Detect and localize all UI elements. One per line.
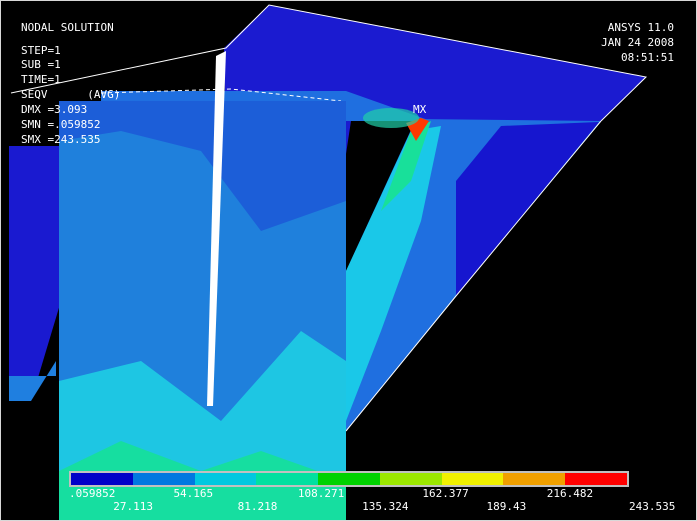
legend-bottom-label: 27.113	[113, 500, 153, 513]
result-quantity-label: SEQV (AVG)	[21, 88, 121, 101]
legend-color-segment	[71, 473, 133, 485]
legend-bottom-label: 81.218	[237, 500, 278, 513]
contour-legend-bar	[69, 471, 629, 487]
left-plate	[9, 146, 61, 401]
legend-top-label: 162.377	[422, 487, 469, 500]
legend-color-segment	[132, 473, 195, 485]
plot-title: NODAL SOLUTION	[21, 21, 114, 34]
legend-top-label: 216.482	[546, 487, 594, 500]
product-version: ANSYS 11.0	[607, 21, 674, 34]
smn-label: SMN =.059852	[21, 118, 101, 131]
legend-top-label: 54.165	[173, 487, 214, 500]
fem-model-plot[interactable]	[1, 1, 697, 521]
legend-color-segment	[441, 473, 504, 485]
legend-color-segment	[565, 473, 628, 485]
plot-date: JAN 24 2008	[601, 36, 674, 49]
dmx-label: DMX =3.093	[21, 103, 88, 116]
plot-time: 08:51:51	[621, 51, 674, 64]
legend-top-label: .059852	[69, 487, 116, 500]
legend-color-segment	[379, 473, 442, 485]
legend-bottom-label: 189.43	[486, 500, 527, 513]
ansys-graphics-viewport[interactable]: NODAL SOLUTION STEP=1 SUB =1 TIME=1 SEQV…	[0, 0, 697, 521]
step-label: STEP=1	[21, 44, 61, 57]
legend-color-segment	[503, 473, 566, 485]
substep-label: SUB =1	[21, 58, 61, 71]
legend-bottom-label: 135.324	[362, 500, 409, 513]
legend-color-segment	[194, 473, 257, 485]
max-stress-zone	[363, 108, 419, 128]
legend-bottom-label: 243.535	[629, 500, 676, 513]
max-marker: MX	[413, 103, 427, 116]
legend-top-label: 108.271	[297, 487, 345, 500]
smx-label: SMX =243.535	[21, 133, 101, 146]
legend-color-segment	[256, 473, 319, 485]
legend-color-segment	[318, 473, 380, 485]
time-label: TIME=1	[21, 73, 61, 86]
